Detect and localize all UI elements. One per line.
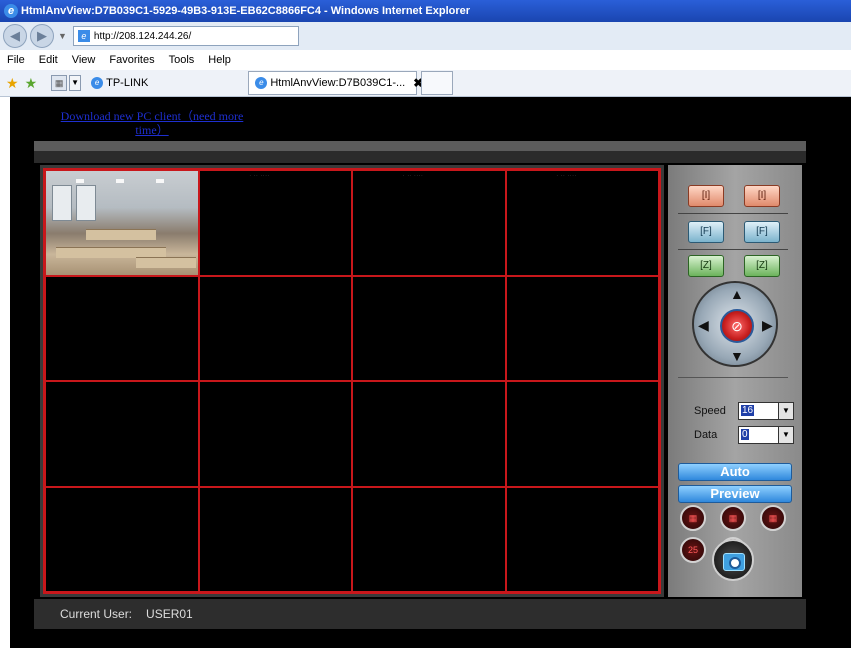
menu-tools[interactable]: Tools	[169, 54, 195, 66]
video-channel-7[interactable]	[352, 275, 506, 381]
channel-timestamp: · ·· ····	[249, 173, 271, 178]
favorites-star-icon[interactable]: ★	[6, 75, 19, 92]
tab-list-dropdown-icon[interactable]: ▼	[69, 75, 82, 91]
speed-label: Speed	[694, 405, 726, 417]
video-channel-12[interactable]	[505, 381, 659, 487]
tab-favicon: e	[255, 77, 270, 89]
divider	[678, 249, 788, 250]
data-label: Data	[694, 429, 718, 441]
divider	[678, 213, 788, 214]
snapshot-camera-icon[interactable]	[712, 539, 754, 581]
video-channel-16[interactable]	[505, 486, 659, 592]
video-channel-4[interactable]: · ·· ····	[505, 170, 659, 276]
data-value: 0	[741, 429, 749, 440]
window-title: HtmlAnvView:D7B039C1-5929-49B3-913E-EB62…	[21, 5, 471, 17]
layout-4-icon[interactable]: ▦	[680, 505, 706, 531]
ceiling-lamp	[116, 179, 124, 183]
ptz-direction-pad: ▲ ▼ ◀ ▶ ⊘	[692, 281, 778, 367]
layout-25-button[interactable]: 25	[680, 537, 706, 563]
new-tab-button[interactable]	[421, 71, 454, 95]
ceiling-lamp	[156, 179, 164, 183]
favorite-tp-link[interactable]: e TP-LINK	[91, 77, 148, 89]
address-toolbar: ◀ ▶ ▼ e http://208.124.244.26/	[0, 22, 851, 50]
ie-logo-icon: e	[4, 4, 18, 18]
pan-up-icon[interactable]: ▲	[730, 287, 744, 301]
video-channel-5[interactable]	[45, 275, 199, 381]
divider	[678, 377, 788, 378]
forward-icon[interactable]: ▶	[30, 24, 54, 48]
window-pane	[76, 185, 96, 221]
download-client-link[interactable]: Download new PC client（need more time）	[52, 109, 252, 137]
camera-lens	[729, 557, 741, 569]
menu-view[interactable]: View	[72, 54, 96, 66]
tab-label: HtmlAnvView:D7B039C1-...	[270, 77, 406, 89]
window-pane	[52, 185, 72, 221]
pan-right-icon[interactable]: ▶	[762, 318, 773, 332]
tab-bar: ★ ★ ▦ ▼ e TP-LINK e HtmlAnvView:D7B039C1…	[0, 70, 851, 97]
video-channel-11[interactable]	[352, 381, 506, 487]
page-icon: e	[77, 30, 90, 42]
video-channel-2[interactable]: · ·· ····	[198, 170, 352, 276]
stop-icon[interactable]: ⊘	[720, 309, 754, 343]
history-dropdown-icon[interactable]: ▼	[58, 31, 67, 41]
camera-feed-image	[46, 171, 198, 275]
focus-far-button[interactable]: [F]	[744, 221, 780, 243]
menu-help[interactable]: Help	[208, 54, 231, 66]
add-favorite-icon[interactable]: ★	[25, 75, 38, 92]
data-select[interactable]: 0 ▼	[738, 426, 794, 444]
video-channel-9[interactable]	[45, 381, 199, 487]
preview-button[interactable]: Preview	[678, 485, 792, 503]
favorite-label: TP-LINK	[106, 77, 149, 89]
quick-tabs-icon[interactable]: ▦	[51, 75, 68, 91]
layout-16-icon[interactable]: ▦	[760, 505, 786, 531]
channel-timestamp: · ·· ····	[403, 173, 424, 178]
ie-favicon-icon: e	[91, 77, 104, 89]
ie-tab-icon: e	[255, 77, 268, 89]
menu-edit[interactable]: Edit	[39, 54, 58, 66]
speed-select[interactable]: 16 ▼	[738, 402, 794, 420]
menu-favorites[interactable]: Favorites	[109, 54, 154, 66]
iris-close-button[interactable]: [I]	[744, 185, 780, 207]
ptz-control-panel: [I] [I] [F] [F] [Z] [Z] ▲ ▼ ◀ ▶ ⊘ Speed …	[668, 165, 802, 597]
video-channel-6[interactable]	[198, 275, 352, 381]
ceiling-lamp	[76, 179, 84, 183]
tab-htmlanvview[interactable]: e HtmlAnvView:D7B039C1-... ✖	[248, 71, 423, 95]
header-strip-dark	[34, 151, 806, 163]
iris-open-button[interactable]: [I]	[688, 185, 724, 207]
video-channel-10[interactable]	[198, 381, 352, 487]
video-channel-3[interactable]: · ·· ····	[352, 170, 506, 276]
speed-dropdown-icon[interactable]: ▼	[778, 403, 793, 419]
video-channel-15[interactable]	[352, 486, 506, 592]
camera-body	[723, 553, 745, 571]
back-icon[interactable]: ◀	[3, 24, 27, 48]
shelf	[86, 229, 156, 240]
pan-left-icon[interactable]: ◀	[698, 318, 709, 332]
address-url: http://208.124.244.26/	[93, 30, 192, 42]
window-titlebar: e HtmlAnvView:D7B039C1-5929-49B3-913E-EB…	[0, 0, 851, 22]
video-channel-14[interactable]	[198, 486, 352, 592]
zoom-out-button[interactable]: [Z]	[744, 255, 780, 277]
data-dropdown-icon[interactable]: ▼	[778, 427, 793, 443]
video-channel-8[interactable]	[505, 275, 659, 381]
channel-timestamp: · ·· ····	[556, 173, 578, 178]
shelf	[136, 257, 196, 268]
video-channel-1[interactable]	[45, 170, 199, 276]
video-channel-13[interactable]	[45, 486, 199, 592]
menu-bar: File Edit View Favorites Tools Help	[0, 50, 851, 71]
current-user-value: USER01	[146, 607, 193, 621]
address-field[interactable]: e http://208.124.244.26/	[72, 26, 299, 46]
layout-9-icon[interactable]: ▦	[720, 505, 746, 531]
status-bar: Current User: USER01	[34, 599, 806, 629]
auto-button[interactable]: Auto	[678, 463, 792, 481]
focus-near-button[interactable]: [F]	[688, 221, 724, 243]
video-grid: · ·· ···· · ·· ···· · ·· ····	[43, 168, 661, 594]
zoom-in-button[interactable]: [Z]	[688, 255, 724, 277]
speed-value: 16	[741, 405, 755, 416]
page-content: Download new PC client（need more time） ·…	[0, 97, 851, 648]
menu-file[interactable]: File	[7, 54, 25, 66]
pan-down-icon[interactable]: ▼	[730, 349, 744, 363]
header-strip	[34, 141, 806, 151]
current-user-label: Current User:	[60, 607, 133, 621]
